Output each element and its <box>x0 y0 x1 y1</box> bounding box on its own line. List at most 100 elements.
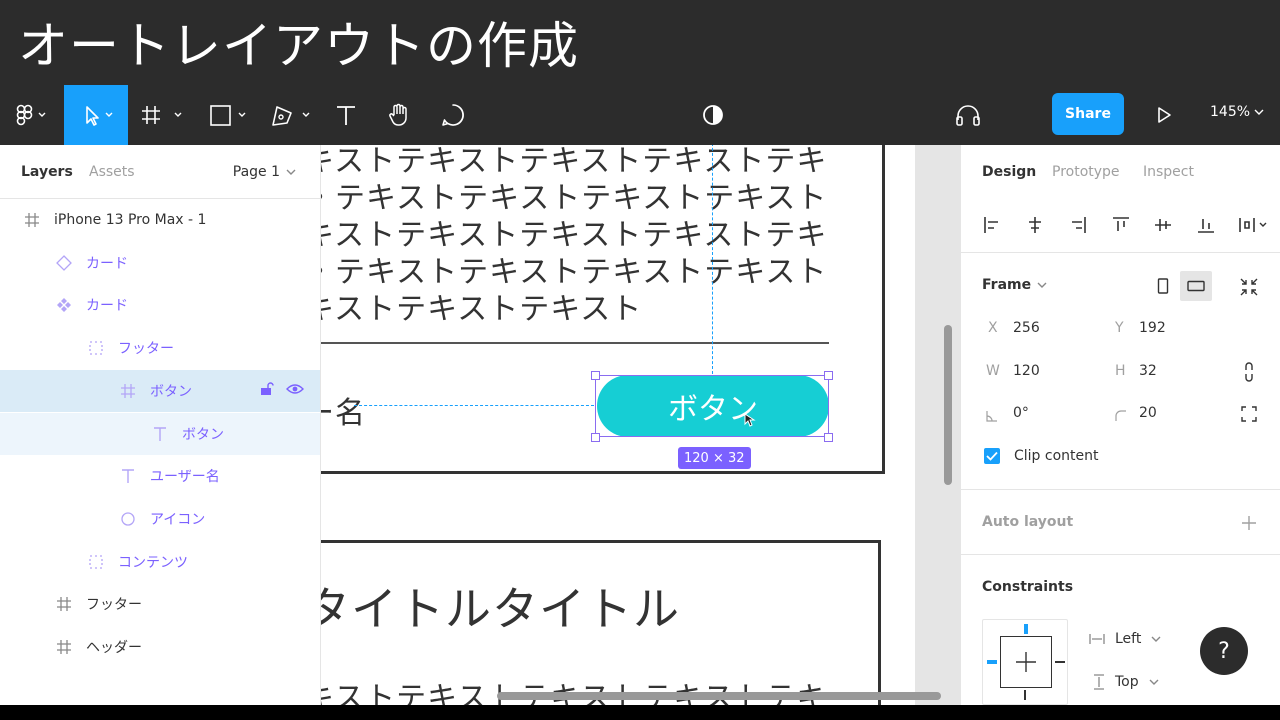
tab-assets[interactable]: Assets <box>89 164 135 180</box>
pen-tool-button[interactable] <box>264 85 316 145</box>
resize-handle-top-right[interactable] <box>824 371 833 380</box>
align-center-h-button[interactable] <box>1021 211 1049 239</box>
help-button[interactable]: ? <box>1200 627 1248 675</box>
horizontal-scrollbar[interactable] <box>497 692 941 700</box>
eye-icon[interactable] <box>286 383 304 399</box>
headphones-icon <box>956 105 980 126</box>
constraints-widget[interactable] <box>982 619 1068 705</box>
card-1[interactable]: キストテキストテキストテキストテキ ・テキストテキストテキストテキスト キストテ… <box>321 145 885 474</box>
move-tool-button[interactable] <box>64 85 128 145</box>
layer-name: コンテンツ <box>118 554 188 571</box>
tab-prototype[interactable]: Prototype <box>1052 164 1120 180</box>
constraint-bottom-line[interactable] <box>1024 690 1026 700</box>
layer-row[interactable]: ユーザー名 <box>0 455 320 497</box>
layer-row[interactable]: ヘッダー <box>0 626 320 668</box>
horizontal-constraint-icon <box>1089 634 1105 644</box>
clip-content-label: Clip content <box>1014 448 1099 464</box>
constrain-proportions-button[interactable] <box>1239 361 1259 383</box>
present-button[interactable] <box>1150 85 1178 145</box>
portrait-button[interactable] <box>1153 276 1173 296</box>
tab-inspect[interactable]: Inspect <box>1143 164 1194 180</box>
user-name-text[interactable]: ー名 <box>321 388 366 432</box>
constraint-right-line[interactable] <box>1055 661 1065 663</box>
align-top-button[interactable] <box>1107 211 1135 239</box>
layer-row[interactable]: ボタン <box>0 412 320 455</box>
canvas[interactable]: キストテキストテキストテキストテキ ・テキストテキストテキストテキスト キストテ… <box>321 145 960 705</box>
vertical-scrollbar[interactable] <box>944 325 952 485</box>
resize-to-fit-button[interactable] <box>1237 275 1261 299</box>
plus-icon <box>1242 516 1256 530</box>
figma-menu-button[interactable] <box>0 85 62 145</box>
card-text-line: キストテキストテキストテキストテキ <box>321 673 827 705</box>
layer-name: iPhone 13 Pro Max - 1 <box>54 212 207 228</box>
landscape-button[interactable] <box>1180 271 1212 301</box>
frame-section-header[interactable]: Frame <box>982 277 1047 293</box>
text-tool-icon <box>337 106 355 125</box>
resize-handle-top-left[interactable] <box>591 371 600 380</box>
phone-frame: キストテキストテキストテキストテキ ・テキストテキストテキストテキスト キストテ… <box>321 145 915 705</box>
layer-row[interactable]: iPhone 13 Pro Max - 1 <box>0 199 320 241</box>
title-banner: オートレイアウトの作成 <box>0 0 1280 85</box>
add-auto-layout-button[interactable] <box>1240 514 1258 532</box>
alignment-row <box>961 199 1280 253</box>
card-divider <box>321 342 829 344</box>
audio-button[interactable] <box>952 85 984 145</box>
h-input[interactable]: 32 <box>1139 363 1157 379</box>
layer-row[interactable]: コンテンツ <box>0 541 320 583</box>
resize-handle-bottom-right[interactable] <box>824 433 833 442</box>
clip-content-checkbox[interactable] <box>984 448 1000 464</box>
layer-row[interactable]: アイコン <box>0 498 320 540</box>
layer-row[interactable]: フッター <box>0 327 320 369</box>
unlock-icon[interactable] <box>260 382 274 400</box>
independent-corners-button[interactable] <box>1239 404 1259 424</box>
share-button[interactable]: Share <box>1052 93 1124 135</box>
plus-icon <box>1016 652 1036 672</box>
move-tool-icon <box>86 106 113 126</box>
constraint-top-line[interactable] <box>1024 624 1028 634</box>
layer-name: カード <box>86 298 128 315</box>
tab-layers[interactable]: Layers <box>21 164 73 180</box>
x-input[interactable]: 256 <box>1013 320 1040 336</box>
corner-radius-icon <box>1115 407 1127 426</box>
layer-row[interactable]: カード <box>0 284 320 326</box>
resize-handle-bottom-left[interactable] <box>591 433 600 442</box>
align-center-v-button[interactable] <box>1149 211 1177 239</box>
frame-section-label: Frame <box>982 277 1032 293</box>
align-right-button[interactable] <box>1064 211 1092 239</box>
layer-row[interactable]: カード <box>0 242 320 284</box>
align-bottom-icon <box>1198 219 1214 233</box>
constraint-left-line[interactable] <box>987 660 997 664</box>
w-label: W <box>986 363 1000 379</box>
page-selector[interactable]: Page 1 <box>233 164 296 180</box>
text-tool-button[interactable] <box>330 85 362 145</box>
align-vertical-center-icon <box>1155 219 1171 231</box>
zoom-dropdown[interactable]: 145% <box>1210 104 1264 120</box>
w-input[interactable]: 120 <box>1013 363 1040 379</box>
auto-layout-label: Auto layout <box>982 514 1074 530</box>
align-left-button[interactable] <box>978 211 1006 239</box>
y-input[interactable]: 192 <box>1139 320 1166 336</box>
hand-tool-button[interactable] <box>382 85 416 145</box>
alignment-guide-horizontal <box>354 405 594 406</box>
autolayout-icon <box>86 340 106 356</box>
shape-tool-button[interactable] <box>200 85 252 145</box>
selection-outline <box>595 375 829 437</box>
card-2[interactable]: タイトルタイトル キストテキストテキストテキストテキ <box>321 540 881 705</box>
rotation-input[interactable]: 0° <box>1013 405 1029 421</box>
toolbar: Share 145% <box>0 85 1280 145</box>
distribute-button[interactable] <box>1235 211 1271 239</box>
layer-row[interactable]: ボタン <box>0 369 320 412</box>
y-label: Y <box>1115 320 1124 336</box>
distribute-icon <box>1239 218 1267 232</box>
vertical-constraint-select[interactable]: Top <box>1093 674 1159 690</box>
horizontal-constraint-select[interactable]: Left <box>1089 631 1161 647</box>
theme-toggle-button[interactable] <box>698 85 728 145</box>
shape-tool-icon <box>210 105 246 126</box>
tab-design[interactable]: Design <box>982 164 1036 180</box>
independent-corners-icon <box>1241 406 1257 422</box>
align-bottom-button[interactable] <box>1192 211 1220 239</box>
layer-row[interactable]: フッター <box>0 583 320 625</box>
corner-radius-input[interactable]: 20 <box>1139 405 1157 421</box>
comment-tool-button[interactable] <box>436 85 470 145</box>
frame-tool-button[interactable] <box>138 85 190 145</box>
